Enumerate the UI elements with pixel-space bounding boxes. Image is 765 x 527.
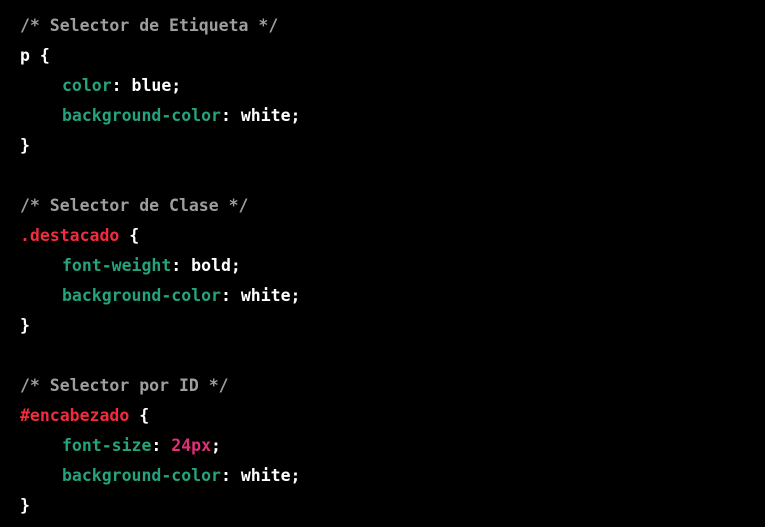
rule-open-line: p {: [20, 41, 300, 71]
css-comment: /* Selector de Clase */: [20, 196, 249, 215]
open-brace: {: [29, 46, 50, 65]
colon: :: [111, 76, 132, 95]
css-comment: /* Selector de Etiqueta */: [20, 16, 279, 35]
css-value: white: [240, 466, 291, 485]
css-value: bold: [191, 256, 231, 275]
declaration-line: background-color: white;: [20, 101, 300, 131]
css-property: background-color: [62, 106, 221, 125]
semicolon: ;: [230, 256, 241, 275]
css-property: background-color: [62, 466, 221, 485]
comment-line: /* Selector de Clase */: [20, 191, 300, 221]
css-property: font-weight: [62, 256, 172, 275]
open-brace: {: [129, 406, 150, 425]
rule-close-line: }: [20, 491, 300, 521]
css-value: 24px: [171, 436, 212, 455]
semicolon: ;: [211, 436, 221, 455]
css-value: blue: [131, 76, 172, 95]
close-brace: }: [20, 316, 30, 335]
code-block: /* Selector de Etiqueta */p {color: blue…: [0, 0, 765, 527]
semicolon: ;: [290, 286, 301, 305]
rule-open-line: .destacado {: [20, 221, 300, 251]
css-comment: /* Selector por ID */: [20, 376, 229, 395]
css-value: white: [240, 286, 291, 305]
rule-close-line: }: [20, 131, 300, 161]
declaration-line: font-size: 24px;: [20, 431, 300, 461]
code-content: /* Selector de Etiqueta */p {color: blue…: [20, 11, 300, 521]
id-selector: #encabezado: [20, 406, 130, 425]
semicolon: ;: [290, 106, 301, 125]
tag-selector: p: [20, 46, 30, 65]
declaration-line: background-color: white;: [20, 461, 300, 491]
colon: :: [220, 106, 241, 125]
rule-open-line: #encabezado {: [20, 401, 300, 431]
open-brace: {: [119, 226, 140, 245]
colon: :: [151, 436, 172, 455]
class-selector: .destacado: [20, 226, 120, 245]
semicolon: ;: [290, 466, 301, 485]
close-brace: }: [20, 496, 30, 515]
declaration-line: font-weight: bold;: [20, 251, 300, 281]
css-value: white: [240, 106, 291, 125]
declaration-line: color: blue;: [20, 71, 300, 101]
rule-close-line: }: [20, 311, 300, 341]
colon: :: [220, 286, 241, 305]
colon: :: [220, 466, 241, 485]
comment-line: /* Selector por ID */: [20, 371, 300, 401]
css-property: font-size: [62, 436, 152, 455]
css-property: background-color: [62, 286, 221, 305]
declaration-line: background-color: white;: [20, 281, 300, 311]
semicolon: ;: [171, 76, 182, 95]
comment-line: /* Selector de Etiqueta */: [20, 11, 300, 41]
css-property: color: [62, 76, 112, 95]
colon: :: [171, 256, 192, 275]
close-brace: }: [20, 136, 30, 155]
